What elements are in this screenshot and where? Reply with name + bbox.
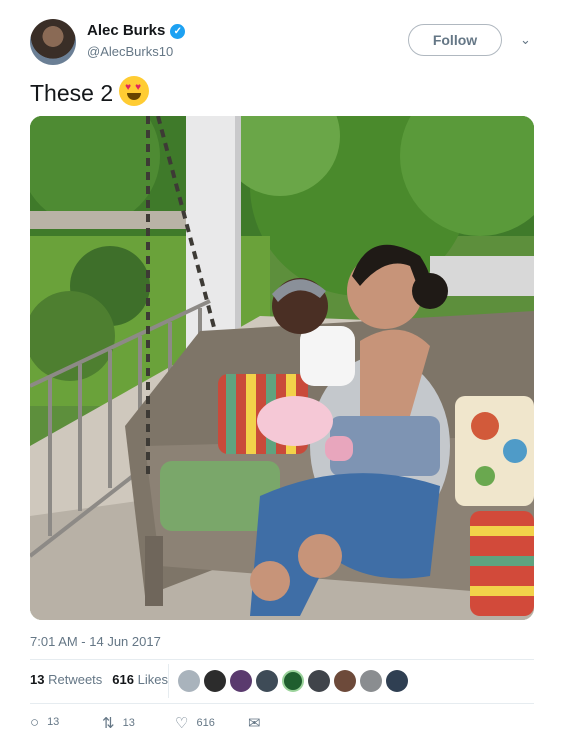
- liker-avatar[interactable]: [386, 670, 408, 692]
- author-name[interactable]: Alec Burks: [87, 22, 165, 39]
- tweet-text: These 2 ♥ ♥: [30, 76, 150, 107]
- liker-avatar[interactable]: [282, 670, 304, 692]
- emoji-mouth: [127, 93, 142, 100]
- retweets-label: Retweets: [48, 672, 103, 687]
- direct-message-button[interactable]: ✉: [248, 714, 269, 732]
- author-name-row[interactable]: Alec Burks ✓: [87, 22, 186, 39]
- heart-icon: ♡: [175, 715, 189, 732]
- retweet-button[interactable]: ⇅ 13: [102, 714, 135, 732]
- retweet-count: 13: [122, 717, 135, 729]
- stats-separator: [168, 664, 169, 698]
- envelope-icon: ✉: [248, 715, 261, 732]
- tweet-actions: ○ 13 ⇅ 13 ♡ 616 ✉: [30, 714, 290, 734]
- likes-count: 616: [112, 672, 134, 687]
- tweet-photo[interactable]: [30, 116, 534, 620]
- reply-count: 13: [47, 716, 60, 728]
- divider-bottom: [30, 703, 534, 704]
- porch-swing-photo: [30, 116, 534, 620]
- heart-eyes-emoji-icon: ♥ ♥: [119, 76, 150, 106]
- liker-avatar[interactable]: [230, 670, 252, 692]
- chevron-down-icon[interactable]: ⌄: [520, 32, 531, 48]
- like-count: 616: [196, 717, 215, 729]
- likes-stat[interactable]: 616 Likes: [112, 672, 168, 687]
- liker-avatar[interactable]: [178, 670, 200, 692]
- emoji-eye-left: ♥: [125, 82, 132, 93]
- tweet-timestamp[interactable]: 7:01 AM - 14 Jun 2017: [30, 634, 161, 649]
- author-handle[interactable]: @AlecBurks10: [87, 44, 173, 59]
- emoji-eye-right: ♥: [135, 82, 142, 93]
- likes-label: Likes: [137, 672, 168, 687]
- reply-button[interactable]: ○ 13: [30, 714, 59, 731]
- follow-button[interactable]: Follow: [408, 24, 502, 56]
- liker-avatar[interactable]: [204, 670, 226, 692]
- liker-avatar[interactable]: [360, 670, 382, 692]
- retweets-count: 13: [30, 672, 45, 687]
- liker-avatar[interactable]: [256, 670, 278, 692]
- verified-badge-icon: ✓: [170, 24, 186, 39]
- tweet-header: Alec Burks ✓ @AlecBurks10 Follow ⌄: [30, 18, 540, 66]
- reply-icon: ○: [30, 714, 40, 731]
- author-avatar[interactable]: [30, 19, 76, 65]
- liker-avatar[interactable]: [308, 670, 330, 692]
- like-button[interactable]: ♡ 616: [175, 714, 215, 732]
- divider-top: [30, 659, 534, 660]
- liker-avatar[interactable]: [334, 670, 356, 692]
- retweet-icon: ⇅: [102, 715, 115, 732]
- tweet-text-content: These 2: [30, 80, 114, 106]
- engagement-stats: 13 Retweets 616 Likes: [30, 672, 168, 687]
- retweets-stat[interactable]: 13 Retweets: [30, 672, 102, 687]
